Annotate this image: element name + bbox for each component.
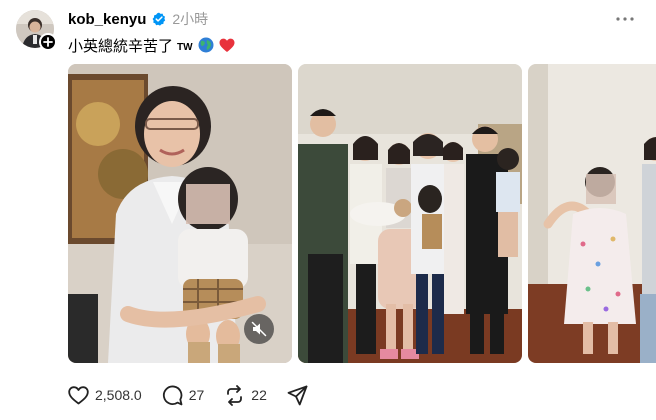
like-count: 2,508.0 xyxy=(95,387,142,403)
caption-text: 小英總統辛苦了 xyxy=(68,37,174,55)
timestamp[interactable]: 2小時 xyxy=(172,9,208,29)
muted-speaker-icon xyxy=(251,321,267,337)
photo-3[interactable] xyxy=(528,64,656,363)
caption-tag: TW xyxy=(177,41,193,53)
comment-bubble-icon xyxy=(162,385,183,405)
comment-count: 27 xyxy=(188,387,205,403)
media-carousel[interactable] xyxy=(68,64,656,363)
repost-icon xyxy=(227,384,243,406)
comment-button[interactable]: 27 xyxy=(162,385,205,406)
photo-1[interactable] xyxy=(68,64,292,363)
follow-button[interactable] xyxy=(39,33,57,51)
mute-button[interactable] xyxy=(244,314,274,344)
more-options-icon xyxy=(616,17,634,21)
repost-count: 22 xyxy=(251,387,267,403)
photo-2[interactable] xyxy=(298,64,522,363)
heart-icon xyxy=(68,385,89,404)
share-send-icon xyxy=(287,385,308,405)
globe-emoji xyxy=(198,37,214,53)
post-header: kob_kenyu 2小時 xyxy=(68,9,208,29)
like-button[interactable]: 2,508.0 xyxy=(68,385,142,405)
more-options-button[interactable] xyxy=(614,10,636,28)
plus-icon xyxy=(43,37,53,47)
verified-badge-icon xyxy=(152,12,166,26)
action-bar: 2,508.0 27 22 xyxy=(68,383,328,407)
username[interactable]: kob_kenyu xyxy=(68,11,146,28)
post-caption: 小英總統辛苦了 TW xyxy=(68,35,235,55)
repost-button[interactable]: 22 xyxy=(224,384,267,406)
red-heart-emoji xyxy=(219,38,235,53)
share-button[interactable] xyxy=(287,385,308,406)
